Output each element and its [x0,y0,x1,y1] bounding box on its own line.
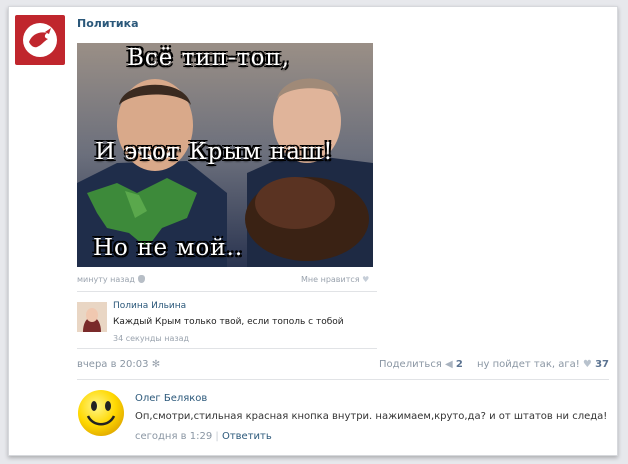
heart-icon: ♥ [582,359,592,370]
reply-text: Оп,смотри,стильная красная кнопка внутри… [135,411,608,422]
meme-caption-1: Всё тип-топ, [127,45,291,71]
photo-like-label: Мне нравится [301,275,360,284]
gear-icon: ✻ [151,359,161,370]
post-time[interactable]: вчера в 20:03 ✻ [77,359,160,370]
smiley-icon [78,390,124,436]
post-photo[interactable]: Всё тип-топ, И этот Крым наш! Но не мой.… [77,43,373,267]
megaphone-icon: ◀ [445,359,453,370]
group-name[interactable]: Политика [77,17,139,30]
share-count: 2 [455,359,463,370]
like-label: ну пойдет так, ага! [477,359,580,370]
replier-name[interactable]: Олег Беляков [135,393,207,404]
comment-divider [77,348,377,349]
reply-separator: | [215,431,219,442]
comment-time[interactable]: 34 секунды назад [113,334,189,343]
post-time-text: вчера в 20:03 [77,359,149,370]
commenter-name[interactable]: Полина Ильина [113,301,186,311]
photo-time-text: минуту назад [77,275,135,284]
meme-caption-2: И этот Крым наш! [95,139,334,165]
reply-meta: сегодня в 1:29 | Ответить [135,431,272,442]
commenter-avatar[interactable] [77,302,107,332]
apple-icon [137,275,145,283]
heart-icon: ♥ [362,275,370,284]
like-count: 37 [595,359,609,370]
photo-time[interactable]: минуту назад [77,275,145,284]
group-avatar[interactable] [15,15,65,65]
comment-text: Каждый Крым только твой, если тополь с т… [113,317,344,327]
post-card: Политика Всё тип-топ, И этот Крым наш! Н… [8,6,618,456]
footer-divider [77,379,609,380]
reply-time[interactable]: сегодня в 1:29 [135,431,212,442]
white-bird-icon [23,23,57,57]
reply-button[interactable]: Ответить [222,431,272,442]
replier-avatar[interactable] [77,389,125,437]
meme-caption-3: Но не мой.. [93,235,244,261]
share-label: Поделиться [379,359,442,370]
like-button[interactable]: ну пойдет так, ага! ♥ 37 [477,359,609,370]
photo-like[interactable]: Мне нравится ♥ [301,275,369,284]
share-button[interactable]: Поделиться ◀ 2 [379,359,463,370]
photo-divider [77,291,377,292]
